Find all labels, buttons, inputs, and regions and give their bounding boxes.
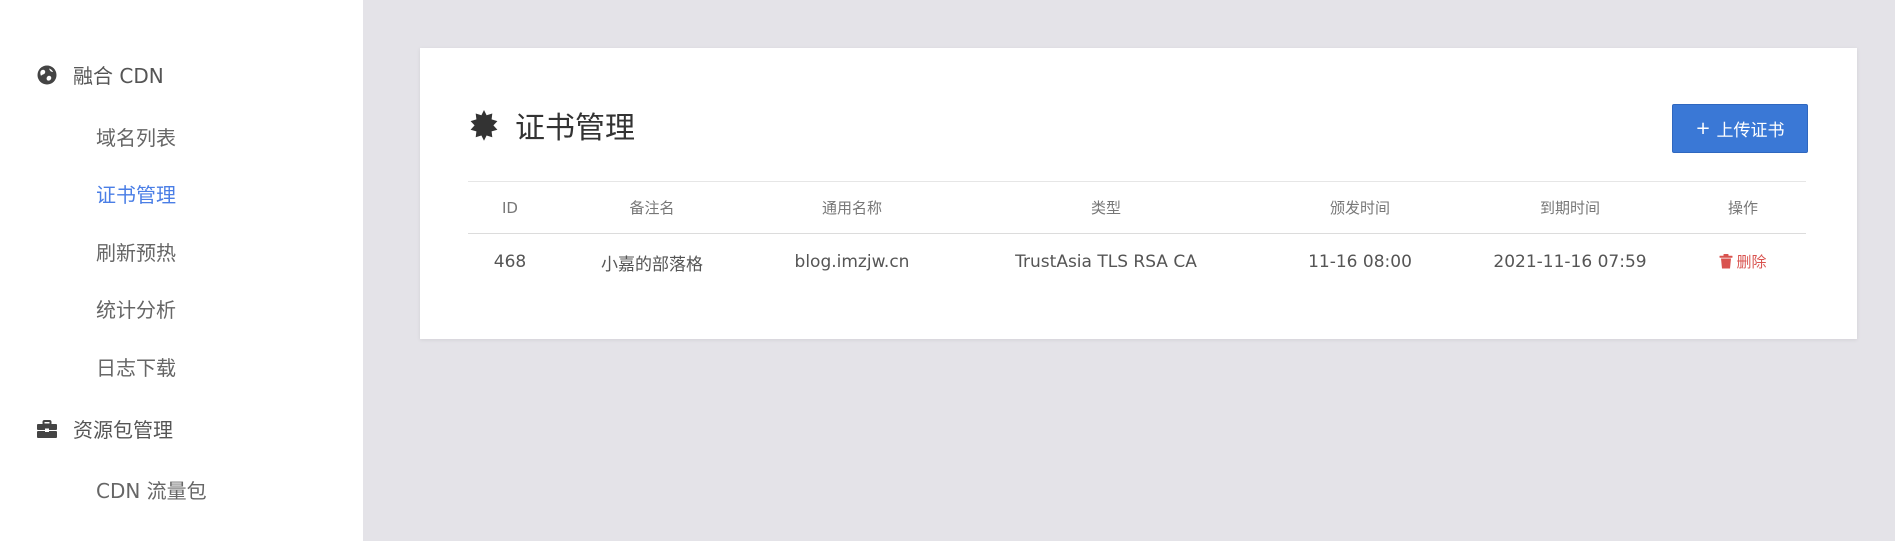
upload-certificate-button[interactable]: + 上传证书 bbox=[1672, 104, 1808, 153]
sidebar-group-packages[interactable]: 资源包管理 bbox=[36, 414, 173, 443]
sidebar-group-label: 资源包管理 bbox=[73, 418, 173, 442]
column-header-type: 类型 bbox=[1090, 199, 1121, 217]
sidebar: 融合 CDN 域名列表 证书管理 刷新预热 统计分析 日志下载 资源包管理 CD… bbox=[0, 0, 363, 541]
column-header-remark: 备注名 bbox=[629, 199, 675, 217]
sidebar-item-log-download[interactable]: 日志下载 bbox=[96, 352, 176, 381]
sidebar-item-refresh-prefetch[interactable]: 刷新预热 bbox=[96, 237, 176, 266]
cell-common-name: blog.imzjw.cn bbox=[794, 252, 910, 272]
page-title-text: 证书管理 bbox=[515, 111, 635, 146]
page-title: 证书管理 bbox=[468, 103, 635, 147]
column-header-id: ID bbox=[502, 198, 518, 217]
column-header-expires: 到期时间 bbox=[1539, 199, 1600, 217]
globe-icon bbox=[36, 64, 58, 86]
column-header-issued: 颁发时间 bbox=[1329, 199, 1390, 217]
trash-icon bbox=[1719, 253, 1733, 269]
cell-id: 468 bbox=[493, 252, 527, 272]
certificate-table: ID 备注名 通用名称 类型 颁发时间 到期时间 操作 468 小嘉的部落格 b… bbox=[468, 181, 1806, 290]
cell-remark: 小嘉的部落格 bbox=[601, 254, 703, 275]
upload-button-label: 上传证书 bbox=[1716, 121, 1785, 141]
table-header-row: ID 备注名 通用名称 类型 颁发时间 到期时间 操作 bbox=[468, 181, 1806, 234]
sidebar-item-domain-list[interactable]: 域名列表 bbox=[96, 122, 176, 151]
plus-icon: + bbox=[1695, 118, 1711, 139]
certificate-icon bbox=[468, 109, 500, 141]
column-header-actions: 操作 bbox=[1727, 199, 1758, 217]
cell-issued: 11-16 08:00 bbox=[1308, 252, 1412, 272]
delete-button[interactable]: 删除 bbox=[1719, 251, 1767, 272]
delete-label: 删除 bbox=[1736, 252, 1767, 271]
cell-actions: 删除 bbox=[1680, 234, 1806, 291]
sidebar-group-label: 融合 CDN bbox=[73, 64, 164, 88]
cell-expires: 2021-11-16 07:59 bbox=[1493, 252, 1647, 272]
cell-type: TrustAsia TLS RSA CA bbox=[1015, 252, 1197, 272]
sidebar-item-certificates[interactable]: 证书管理 bbox=[96, 179, 176, 208]
sidebar-item-statistics[interactable]: 统计分析 bbox=[96, 294, 176, 323]
briefcase-icon bbox=[36, 418, 58, 440]
table-row: 468 小嘉的部落格 blog.imzjw.cn TrustAsia TLS R… bbox=[468, 234, 1806, 291]
sidebar-group-cdn[interactable]: 融合 CDN bbox=[36, 60, 164, 89]
sidebar-item-cdn-traffic-package[interactable]: CDN 流量包 bbox=[96, 475, 207, 504]
column-header-common-name: 通用名称 bbox=[821, 199, 882, 217]
certificate-card: 证书管理 + 上传证书 ID 备注名 通用名称 类型 颁发时间 到期时间 操作 bbox=[420, 48, 1857, 339]
